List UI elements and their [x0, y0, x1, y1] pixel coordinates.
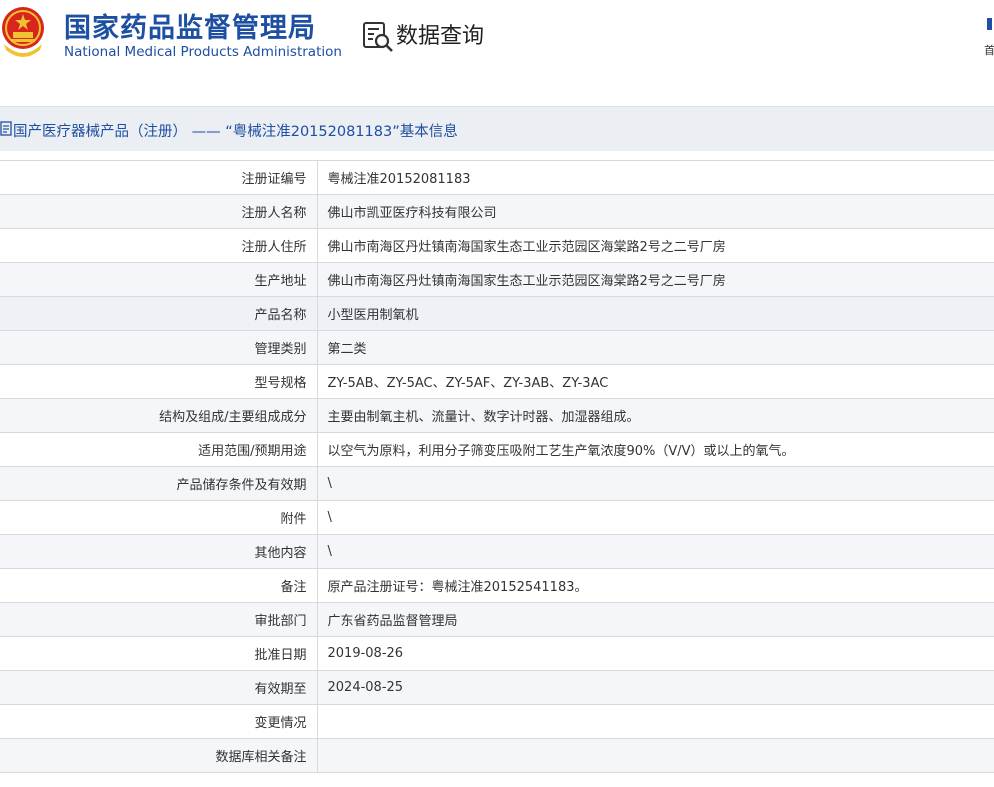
- table-row: 变更情况: [0, 704, 994, 739]
- page: 国家药品监督管理局 National Medical Products Admi…: [0, 0, 994, 787]
- table-row: 其他内容 \: [0, 534, 994, 569]
- row-value: 佛山市南海区丹灶镇南海国家生态工业示范园区海棠路2号之二号厂房: [317, 228, 994, 263]
- table-row: 产品名称 小型医用制氧机: [0, 296, 994, 331]
- row-value: \: [317, 534, 994, 569]
- home-link[interactable]: 首页: [984, 18, 994, 58]
- table-row: 注册证编号 粤械注准20152081183: [0, 160, 994, 195]
- row-value: 小型医用制氧机: [317, 296, 994, 331]
- row-value: 佛山市南海区丹灶镇南海国家生态工业示范园区海棠路2号之二号厂房: [317, 262, 994, 297]
- row-label: 备注: [0, 568, 318, 603]
- table-row: 产品储存条件及有效期 \: [0, 466, 994, 501]
- home-label: 首页: [984, 44, 994, 57]
- row-label: 型号规格: [0, 364, 318, 399]
- row-value: 主要由制氧主机、流量计、数字计时器、加湿器组成。: [317, 398, 994, 433]
- national-emblem-icon: [2, 7, 44, 57]
- row-value: 第二类: [317, 330, 994, 365]
- table-row: 注册人名称 佛山市凯亚医疗科技有限公司: [0, 194, 994, 229]
- row-value: [317, 704, 994, 739]
- table-row: 注册人住所 佛山市南海区丹灶镇南海国家生态工业示范园区海棠路2号之二号厂房: [0, 228, 994, 263]
- product-info-table: 注册证编号 粤械注准20152081183 注册人名称 佛山市凯亚医疗科技有限公…: [0, 160, 994, 773]
- row-value: 佛山市凯亚医疗科技有限公司: [317, 194, 994, 229]
- row-label: 生产地址: [0, 262, 318, 297]
- row-value: [317, 738, 994, 773]
- table-body: 注册证编号 粤械注准20152081183 注册人名称 佛山市凯亚医疗科技有限公…: [0, 160, 994, 773]
- row-value: 以空气为原料，利用分子筛变压吸附工艺生产氧浓度90%（V/V）或以上的氧气。: [317, 432, 994, 467]
- section-header: 国产医疗器械产品（注册） —— “粤械注准20152081183”基本信息: [0, 106, 994, 151]
- table-row: 生产地址 佛山市南海区丹灶镇南海国家生态工业示范园区海棠路2号之二号厂房: [0, 262, 994, 297]
- row-value: \: [317, 466, 994, 501]
- page-title: 数据查询: [396, 24, 485, 49]
- table-row: 附件 \: [0, 500, 994, 535]
- site-subtitle: National Medical Products Administration: [64, 44, 342, 60]
- row-label: 其他内容: [0, 534, 318, 569]
- table-row: 型号规格 ZY-5AB、ZY-5AC、ZY-5AF、ZY-3AB、ZY-3AC: [0, 364, 994, 399]
- row-value: ZY-5AB、ZY-5AC、ZY-5AF、ZY-3AB、ZY-3AC: [317, 364, 994, 399]
- table-row: 备注 原产品注册证号：粤械注准20152541183。: [0, 568, 994, 603]
- row-label: 适用范围/预期用途: [0, 432, 318, 467]
- document-icon: [0, 121, 12, 136]
- row-value: 广东省药品监督管理局: [317, 602, 994, 637]
- row-value: 2019-08-26: [317, 636, 994, 671]
- row-label: 结构及组成/主要组成成分: [0, 398, 318, 433]
- page-footer-space: [0, 777, 994, 787]
- row-value: 2024-08-25: [317, 670, 994, 705]
- home-icon: [987, 18, 992, 30]
- row-label: 有效期至: [0, 670, 318, 705]
- section-title: 国产医疗器械产品（注册） —— “粤械注准20152081183”基本信息: [13, 124, 458, 140]
- row-label: 附件: [0, 500, 318, 535]
- site-header: 国家药品监督管理局 National Medical Products Admi…: [0, 0, 994, 82]
- row-label: 产品名称: [0, 296, 318, 331]
- row-label: 数据库相关备注: [0, 738, 318, 773]
- table-row: 批准日期 2019-08-26: [0, 636, 994, 671]
- data-query-icon: [363, 22, 393, 52]
- row-label: 注册人名称: [0, 194, 318, 229]
- row-label: 批准日期: [0, 636, 318, 671]
- row-value: 原产品注册证号：粤械注准20152541183。: [317, 568, 994, 603]
- row-label: 审批部门: [0, 602, 318, 637]
- row-label: 变更情况: [0, 704, 318, 739]
- table-row: 管理类别 第二类: [0, 330, 994, 365]
- table-row: 有效期至 2024-08-25: [0, 670, 994, 705]
- table-row: 适用范围/预期用途 以空气为原料，利用分子筛变压吸附工艺生产氧浓度90%（V/V…: [0, 432, 994, 467]
- row-label: 管理类别: [0, 330, 318, 365]
- table-row: 数据库相关备注: [0, 738, 994, 773]
- row-value: \: [317, 500, 994, 535]
- row-value: 粤械注准20152081183: [317, 160, 994, 195]
- row-label: 注册人住所: [0, 228, 318, 263]
- table-row: 结构及组成/主要组成成分 主要由制氧主机、流量计、数字计时器、加湿器组成。: [0, 398, 994, 433]
- row-label: 注册证编号: [0, 160, 318, 195]
- table-row: 审批部门 广东省药品监督管理局: [0, 602, 994, 637]
- site-title: 国家药品监督管理局: [64, 13, 316, 44]
- row-label: 产品储存条件及有效期: [0, 466, 318, 501]
